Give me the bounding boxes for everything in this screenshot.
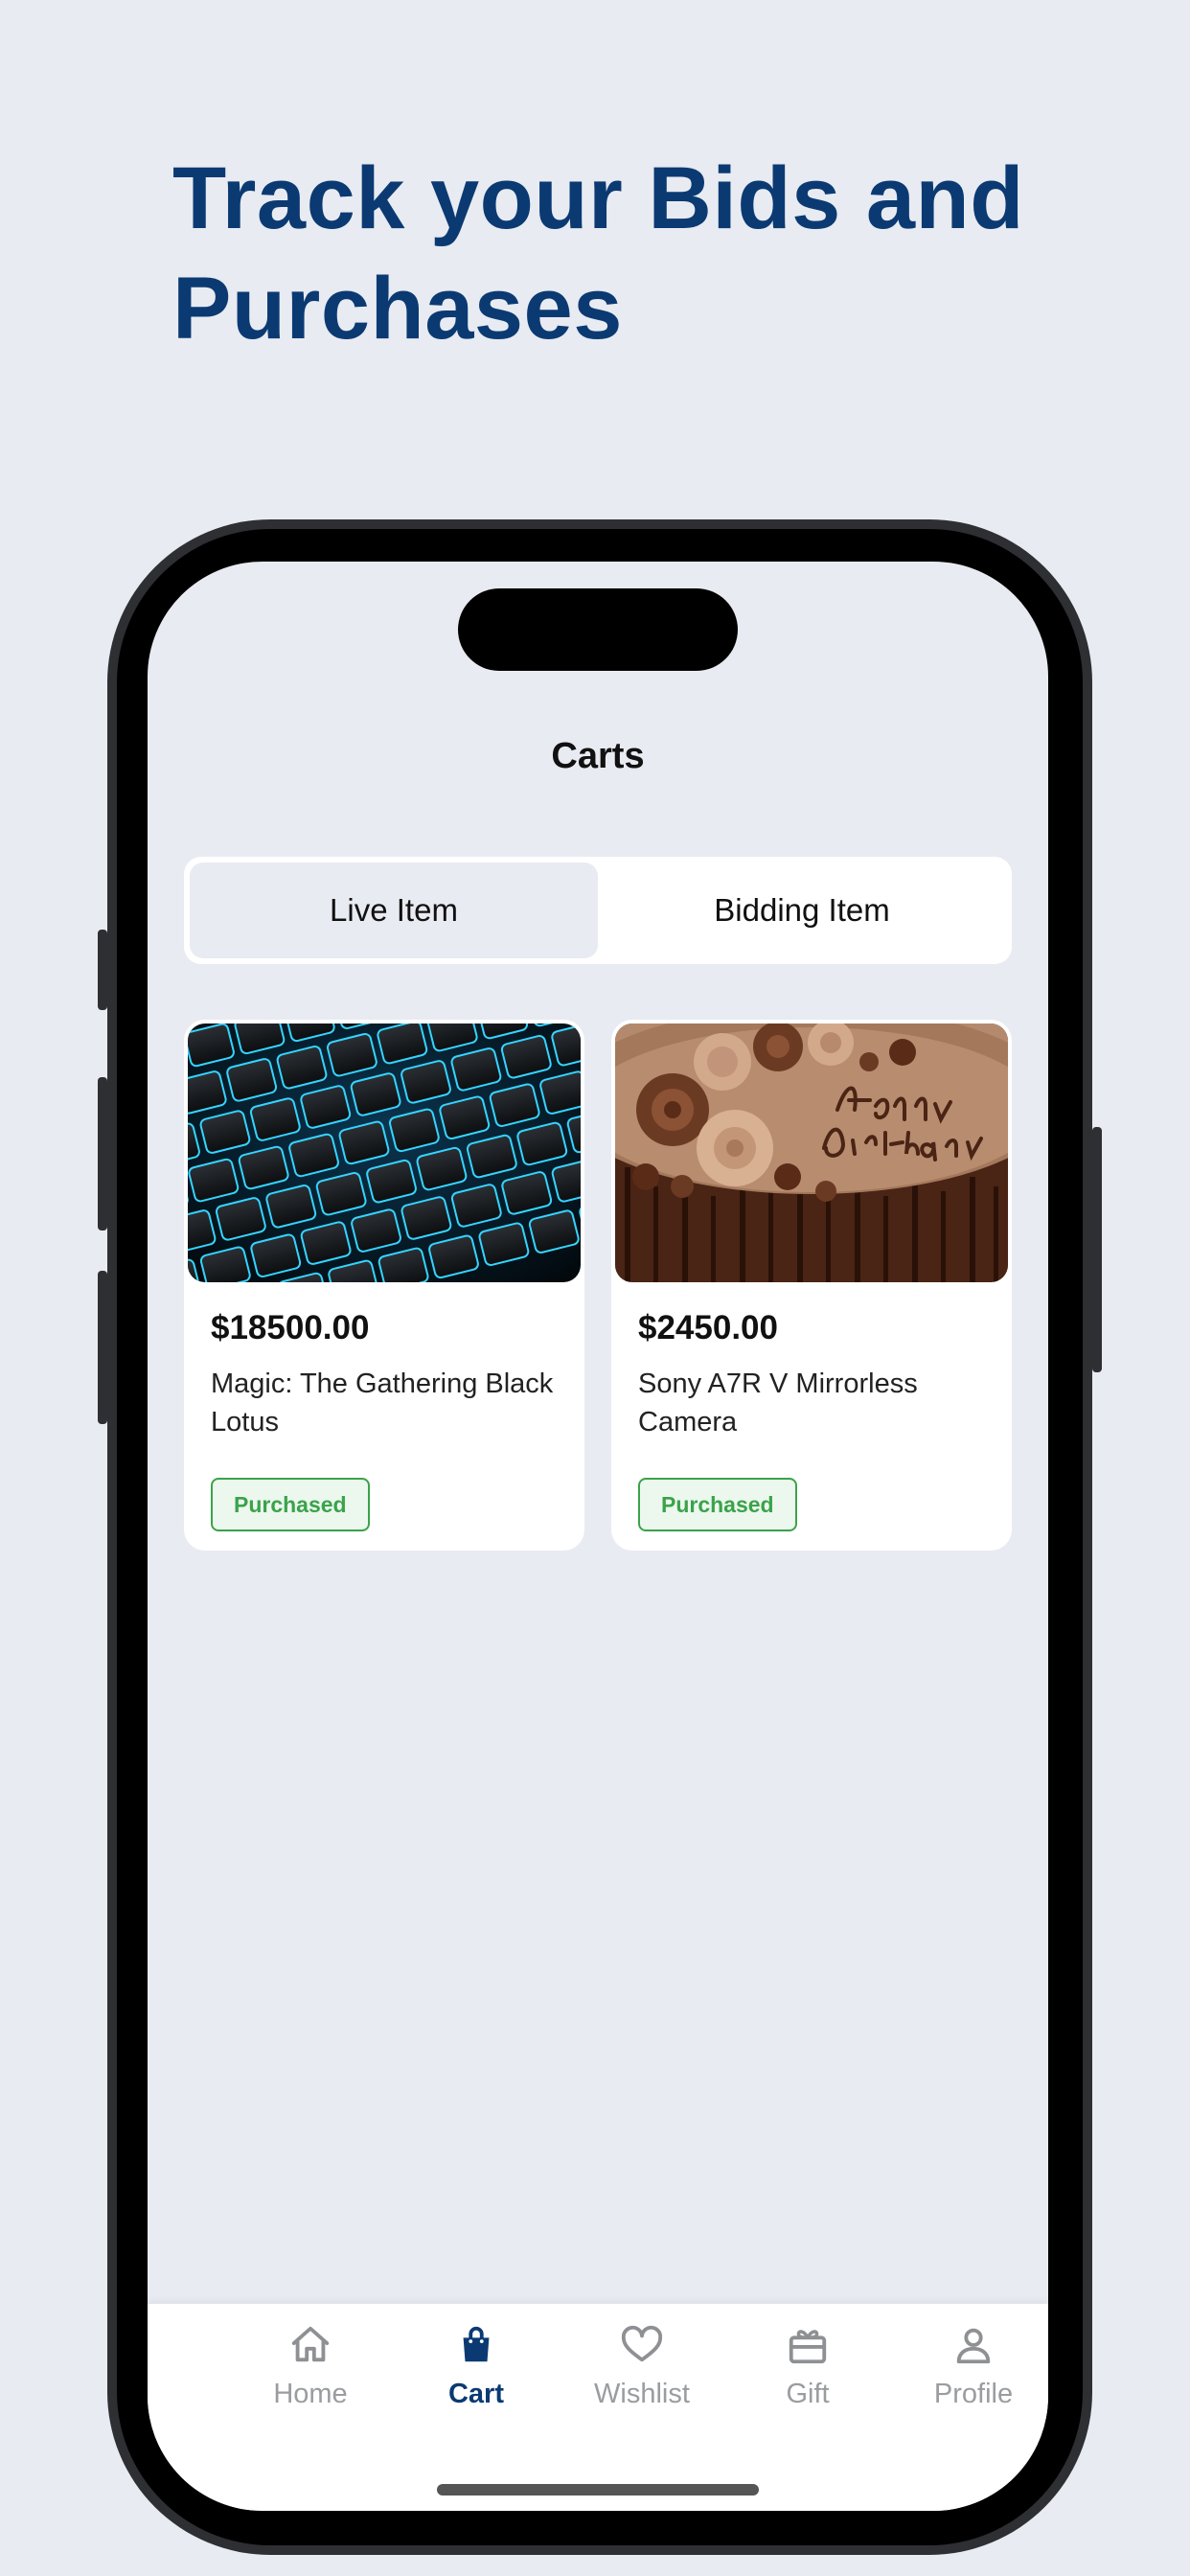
tab-label: Cart bbox=[447, 2379, 504, 2409]
tab-label: Home bbox=[273, 2379, 348, 2409]
phone-side-button bbox=[98, 1077, 107, 1230]
bottom-tab-bar: Home Cart Wishlist Gift Profile bbox=[148, 2304, 1048, 2511]
gift-icon bbox=[725, 2323, 890, 2367]
phone-side-button bbox=[98, 1271, 107, 1424]
marketing-headline: Track your Bids and Purchases bbox=[172, 150, 1024, 357]
status-badge: Purchased bbox=[211, 1478, 370, 1531]
tab-label: Gift bbox=[786, 2379, 830, 2409]
tab-live-item[interactable]: Live Item bbox=[190, 862, 598, 958]
tab-gift[interactable]: Gift bbox=[725, 2323, 890, 2410]
home-icon bbox=[228, 2323, 393, 2367]
shopping-bag-icon bbox=[394, 2323, 559, 2367]
tab-profile[interactable]: Profile bbox=[891, 2323, 1048, 2410]
tab-wishlist[interactable]: Wishlist bbox=[560, 2323, 724, 2410]
status-badge: Purchased bbox=[638, 1478, 797, 1531]
tab-label: Profile bbox=[933, 2379, 1014, 2409]
phone-side-button bbox=[98, 930, 107, 1010]
app-screen: Carts Live Item Bidding Item $18500.00 M… bbox=[148, 562, 1048, 2511]
keyboard-photo bbox=[188, 1024, 581, 1282]
product-price: $2450.00 bbox=[638, 1309, 778, 1346]
profile-icon bbox=[891, 2323, 1048, 2367]
segmented-control: Live Item Bidding Item bbox=[184, 857, 1012, 964]
product-card[interactable]: $2450.00 Sony A7R V Mirrorless Camera Pu… bbox=[611, 1020, 1012, 1551]
dynamic-island bbox=[458, 588, 738, 671]
page-title: Carts bbox=[551, 736, 645, 776]
tab-label: Wishlist bbox=[594, 2379, 690, 2409]
product-name: Magic: The Gathering Black Lotus bbox=[211, 1368, 554, 1438]
birthday-cake-photo bbox=[615, 1024, 1008, 1282]
home-indicator bbox=[437, 2484, 759, 2496]
product-card[interactable]: $18500.00 Magic: The Gathering Black Lot… bbox=[184, 1020, 584, 1551]
tab-bidding-item[interactable]: Bidding Item bbox=[598, 862, 1006, 958]
product-name: Sony A7R V Mirrorless Camera bbox=[638, 1368, 918, 1438]
tab-cart[interactable]: Cart bbox=[394, 2323, 559, 2410]
tab-home[interactable]: Home bbox=[228, 2323, 393, 2410]
heart-icon bbox=[560, 2323, 724, 2367]
product-price: $18500.00 bbox=[211, 1309, 370, 1346]
phone-side-button bbox=[1092, 1127, 1102, 1372]
